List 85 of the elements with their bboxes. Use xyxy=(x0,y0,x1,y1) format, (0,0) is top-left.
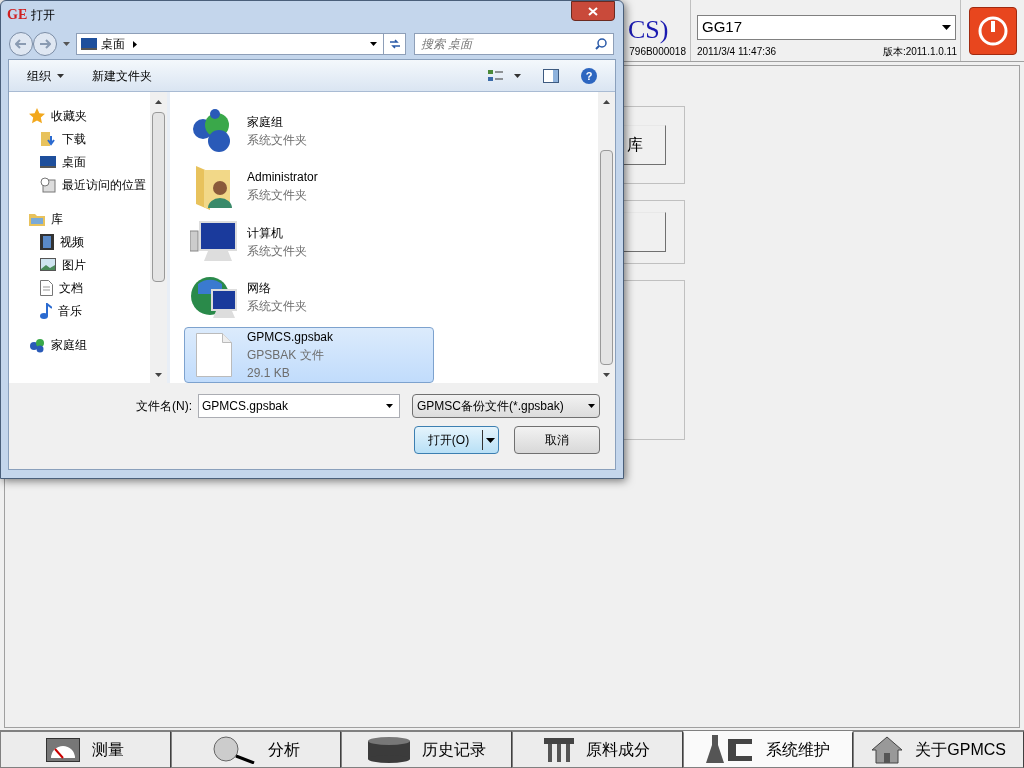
file-item[interactable]: 网络 系统文件夹 xyxy=(184,272,434,321)
dialog-title: 打开 xyxy=(31,7,56,24)
files-scrollbar[interactable] xyxy=(598,92,615,383)
close-icon xyxy=(588,6,598,16)
power-icon xyxy=(976,14,1009,47)
file-type-select[interactable]: GPMSC备份文件(*.gpsbak) xyxy=(412,394,600,418)
computer-icon xyxy=(190,220,238,263)
nav-item[interactable]: 音乐 xyxy=(29,299,150,322)
bottom-tab[interactable]: 分析 xyxy=(170,731,342,768)
bottom-tab[interactable]: 历史记录 xyxy=(341,731,512,768)
scroll-up-icon xyxy=(603,100,610,104)
address-bar[interactable]: 桌面 xyxy=(76,33,406,55)
scroll-down-icon xyxy=(603,373,610,377)
nav-item[interactable]: 视频 xyxy=(29,230,150,253)
search-field[interactable]: 搜索 桌面 xyxy=(414,33,614,55)
device-select[interactable]: GG17 xyxy=(697,15,956,40)
bottom-tab[interactable]: 原料成分 xyxy=(512,731,683,768)
file-icon xyxy=(196,333,232,377)
picture-icon xyxy=(40,258,56,271)
download-folder-icon xyxy=(40,130,56,147)
nav-item[interactable]: 最近访问的位置 xyxy=(29,173,150,196)
back-arrow-icon xyxy=(15,39,27,49)
filename-input[interactable]: GPMCS.gpsbak xyxy=(199,397,386,415)
breadcrumb-item[interactable]: 桌面 xyxy=(101,35,125,53)
forward-arrow-icon xyxy=(39,39,51,49)
desktop-icon xyxy=(81,38,97,50)
nav-item[interactable]: 库 xyxy=(29,207,150,230)
history-caret-icon xyxy=(63,42,70,46)
search-icon xyxy=(595,38,607,50)
dropdown-arrow-icon xyxy=(588,404,595,408)
nav-item[interactable]: 收藏夹 xyxy=(29,104,150,127)
app-icon: GE xyxy=(7,7,28,23)
network-icon xyxy=(29,336,45,353)
folder-icon xyxy=(29,211,45,226)
funnels-icon xyxy=(544,737,575,762)
caret-icon xyxy=(57,73,64,78)
view-caret-icon[interactable] xyxy=(514,73,521,78)
dropdown-arrow-icon[interactable] xyxy=(370,42,377,46)
scroll-up-icon xyxy=(155,100,162,104)
scroll-down-icon xyxy=(155,373,162,377)
magnifier-icon xyxy=(212,735,256,764)
power-button[interactable] xyxy=(968,6,1017,55)
app-title: CS) xyxy=(627,14,670,46)
nav-item[interactable]: 下载 xyxy=(29,127,150,150)
preview-pane-icon[interactable] xyxy=(543,68,559,83)
view-options-icon[interactable] xyxy=(488,68,504,83)
version-text: 版本:2011.1.0.11 xyxy=(882,46,957,58)
desktop-icon xyxy=(40,155,56,168)
cancel-button[interactable]: 取消 xyxy=(514,426,600,454)
file-item[interactable]: 家庭组 系统文件夹 xyxy=(184,106,434,155)
help-icon[interactable]: ? xyxy=(581,67,597,84)
dropdown-arrow-icon xyxy=(486,437,495,443)
film-icon xyxy=(40,233,54,250)
organize-button[interactable]: 组织 xyxy=(27,66,64,85)
close-button[interactable] xyxy=(571,1,615,21)
dropdown-arrow-icon xyxy=(386,404,393,408)
flask-clamp-icon xyxy=(706,735,754,765)
document-icon xyxy=(40,279,53,296)
serial-number: 796B000018 xyxy=(629,46,687,58)
bottom-tab[interactable]: 关于GPMCS xyxy=(853,731,1024,768)
nav-item[interactable]: 图片 xyxy=(29,253,150,276)
refresh-icon xyxy=(388,39,401,49)
house-icon xyxy=(871,735,904,764)
nav-scrollbar[interactable] xyxy=(150,92,167,383)
breadcrumb-arrow-icon xyxy=(133,40,137,48)
open-button[interactable]: 打开(O) xyxy=(414,426,499,454)
nav-item[interactable]: 桌面 xyxy=(29,150,150,173)
nav-item[interactable]: 文档 xyxy=(29,276,150,299)
bottom-tab[interactable]: 测量 xyxy=(0,731,171,768)
file-item[interactable]: Administrator 系统文件夹 xyxy=(184,161,434,211)
gauge-icon xyxy=(46,737,81,762)
filename-label: 文件名(N): xyxy=(136,398,192,415)
file-item[interactable]: GPMCS.gpsbak GPSBAK 文件 29.1 KB xyxy=(184,327,434,383)
bottom-tab[interactable]: 系统维护 xyxy=(682,731,854,768)
nav-item[interactable]: 家庭组 xyxy=(29,333,150,356)
recent-places-icon xyxy=(40,176,56,193)
search-input[interactable]: 搜索 桌面 xyxy=(415,35,595,53)
music-note-icon xyxy=(40,302,52,319)
file-item[interactable]: 计算机 系统文件夹 xyxy=(184,217,434,266)
cylinder-icon xyxy=(367,736,410,763)
star-icon xyxy=(29,107,45,124)
new-folder-button[interactable]: 新建文件夹 xyxy=(92,66,152,85)
filename-field[interactable]: GPMCS.gpsbak xyxy=(198,394,400,418)
dropdown-arrow-icon xyxy=(942,25,951,30)
datetime-text: 2011/3/4 11:47:36 xyxy=(697,46,777,58)
